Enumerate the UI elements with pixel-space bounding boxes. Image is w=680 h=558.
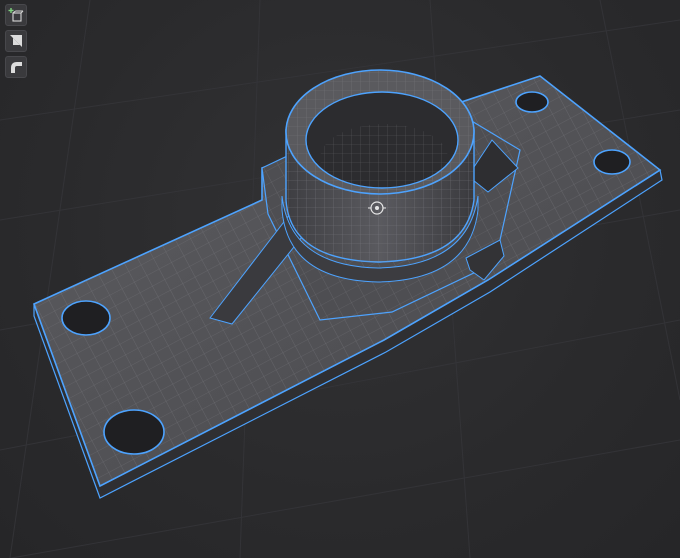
- curve-tool-button[interactable]: [5, 56, 27, 78]
- cylinder-bore-floor: [320, 124, 448, 192]
- viewport-toolbar: [5, 4, 27, 78]
- bracket-mesh[interactable]: [32, 69, 663, 499]
- add-cube-icon: [8, 8, 24, 22]
- mount-hole-left-bottom: [103, 409, 165, 455]
- shading-icon: [10, 35, 22, 47]
- shading-mode-button[interactable]: [5, 30, 27, 52]
- add-object-button[interactable]: [5, 4, 27, 26]
- curve-icon: [11, 62, 22, 73]
- 3d-viewport[interactable]: [0, 0, 680, 558]
- viewport-scene[interactable]: [0, 0, 680, 558]
- mount-hole-left-top: [61, 300, 111, 336]
- mount-hole-right-bottom: [593, 149, 631, 175]
- mount-hole-right-top: [515, 91, 549, 113]
